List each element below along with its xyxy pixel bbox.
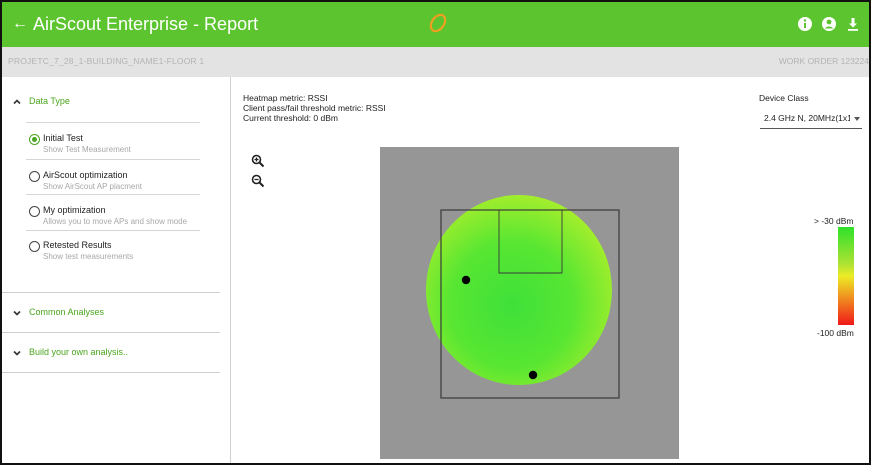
data-type-label: Data Type (29, 96, 70, 106)
coverage-area (426, 195, 612, 385)
option-subtitle: Show AirScout AP placment (43, 182, 143, 191)
client-threshold-metric-text: Client pass/fail threshold metric: RSSI (243, 103, 386, 113)
project-bar: PROJETC_7_28_1-BUILDING_NAME1-FLOOR 1 WO… (2, 47, 869, 77)
option-divider (26, 230, 200, 231)
floor-plan-heatmap (426, 195, 620, 399)
device-class-value: 2.4 GHz N, 20MHz(1x1) (764, 113, 850, 123)
option-my-optimization[interactable]: My optimization Allows you to move APs a… (26, 202, 201, 240)
option-airscout-optimization[interactable]: AirScout optimization Show AirScout AP p… (26, 167, 201, 205)
download-icon[interactable] (843, 14, 863, 34)
back-arrow-icon[interactable]: ← (12, 14, 28, 34)
access-point-marker[interactable] (461, 275, 471, 285)
section-divider (2, 292, 220, 293)
sidebar: Data Type Initial Test Show Test Measure… (2, 77, 231, 463)
top-app-bar: ← AirScout Enterprise - Report (2, 2, 869, 47)
scale-min-label: -100 dBm (817, 328, 854, 338)
access-point-marker[interactable] (528, 370, 538, 380)
heatmap-canvas[interactable] (380, 147, 679, 459)
chevron-down-icon (13, 350, 21, 356)
build-analysis-label: Build your own analysis.. (29, 347, 129, 357)
scale-max-label: > -30 dBm (814, 216, 854, 226)
option-subtitle: Show test measurements (43, 252, 134, 261)
option-title: AirScout optimization (43, 170, 128, 180)
account-icon[interactable] (819, 14, 839, 34)
app-window: ← AirScout Enterprise - Report PROJETC_7… (0, 0, 871, 465)
chevron-up-icon (13, 99, 21, 105)
work-order: WORK ORDER 123224 (778, 56, 869, 66)
radio-my-optimization[interactable] (29, 206, 40, 217)
zoom-in-icon[interactable] (251, 154, 265, 168)
zoom-out-icon[interactable] (251, 174, 265, 188)
radio-retested-results[interactable] (29, 241, 40, 252)
option-subtitle: Allows you to move APs and show mode (43, 217, 188, 226)
current-threshold-text: Current threshold: 0 dBm (243, 113, 338, 123)
option-divider (26, 159, 200, 160)
data-type-section-header[interactable]: Data Type (2, 92, 220, 112)
build-analysis-section-header[interactable]: Build your own analysis.. (2, 343, 220, 363)
option-initial-test[interactable]: Initial Test Show Test Measurement (26, 130, 201, 168)
caret-down-icon (854, 117, 860, 121)
section-divider (2, 372, 220, 373)
chevron-down-icon (13, 310, 21, 316)
option-divider (26, 194, 200, 195)
radio-airscout-optimization[interactable] (29, 171, 40, 182)
common-analyses-section-header[interactable]: Common Analyses (2, 303, 220, 323)
common-analyses-label: Common Analyses (29, 307, 105, 317)
option-subtitle: Show Test Measurement (43, 145, 131, 154)
device-class-label: Device Class (759, 93, 809, 103)
project-name: PROJETC_7_28_1-BUILDING_NAME1-FLOOR 1 (8, 56, 205, 66)
option-title: My optimization (43, 205, 106, 215)
signal-scale-bar (838, 227, 854, 325)
option-retested-results[interactable]: Retested Results Show test measurements (26, 237, 201, 275)
option-title: Retested Results (43, 240, 112, 250)
app-title: AirScout Enterprise - Report (33, 14, 259, 34)
heatmap-metric-text: Heatmap metric: RSSI (243, 93, 328, 103)
section-divider (2, 332, 220, 333)
option-title: Initial Test (43, 133, 83, 143)
option-divider (26, 122, 200, 123)
radio-initial-test[interactable] (29, 134, 40, 145)
info-icon[interactable] (795, 14, 815, 34)
airscout-logo-icon (429, 13, 447, 33)
metric-info: Heatmap metric: RSSI Client pass/fail th… (243, 93, 386, 123)
device-class-select[interactable]: 2.4 GHz N, 20MHz(1x1) (760, 110, 862, 129)
